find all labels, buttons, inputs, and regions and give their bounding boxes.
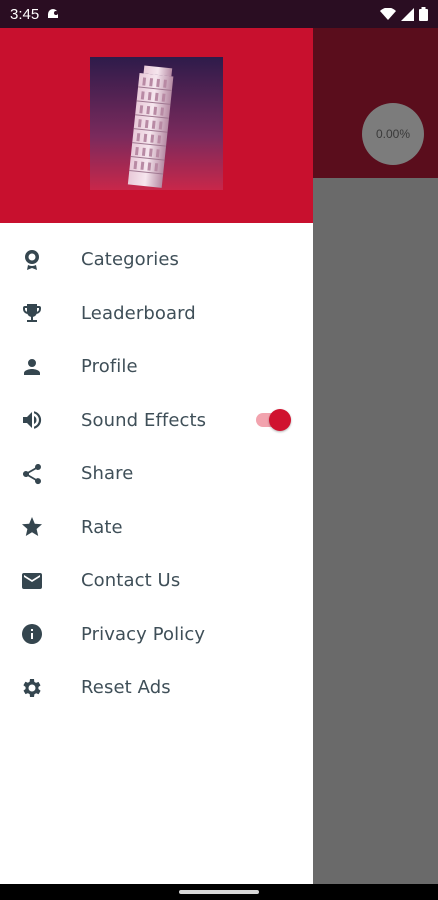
menu-item-label: Categories (81, 249, 180, 271)
menu-item-rate[interactable]: Rate (0, 501, 313, 555)
share-icon (19, 461, 45, 487)
menu-item-reset-ads[interactable]: Reset Ads (0, 661, 313, 715)
info-icon (19, 621, 45, 647)
menu-item-label: Sound Effects (81, 409, 207, 431)
menu-item-profile[interactable]: Profile (0, 340, 313, 394)
menu-item-label: Profile (81, 356, 138, 378)
leaning-tower-illustration (90, 57, 223, 190)
background-scrim[interactable] (313, 178, 438, 884)
menu-item-sound-effects[interactable]: Sound Effects (0, 394, 313, 448)
volume-icon (19, 407, 45, 433)
person-icon (19, 354, 45, 380)
progress-indicator: 0.00% (362, 103, 424, 165)
mail-icon (19, 568, 45, 594)
drawer-menu: Categories Leaderboard Profile Sound Eff… (0, 223, 313, 715)
gear-icon (19, 675, 45, 701)
award-icon (19, 247, 45, 273)
menu-item-label: Contact Us (81, 570, 181, 592)
menu-item-label: Leaderboard (81, 302, 196, 324)
menu-item-label: Rate (81, 516, 123, 538)
menu-item-label: Reset Ads (81, 677, 171, 699)
menu-item-label: Share (81, 463, 134, 485)
menu-item-leaderboard[interactable]: Leaderboard (0, 287, 313, 341)
drawer-header (0, 28, 313, 223)
menu-item-privacy-policy[interactable]: Privacy Policy (0, 608, 313, 662)
leaning-tower-image (90, 57, 223, 190)
signal-icon (401, 7, 414, 21)
status-bar: 3:45 (0, 0, 438, 28)
navigation-drawer: Categories Leaderboard Profile Sound Eff… (0, 28, 313, 884)
progress-text: 0.00% (375, 127, 411, 141)
menu-item-contact-us[interactable]: Contact Us (0, 554, 313, 608)
status-time: 3:45 (10, 5, 40, 23)
sound-effects-toggle[interactable] (256, 408, 292, 432)
menu-item-categories[interactable]: Categories (0, 233, 313, 287)
trophy-icon (19, 300, 45, 326)
menu-item-share[interactable]: Share (0, 447, 313, 501)
system-navigation-bar (0, 884, 438, 900)
toggle-thumb (269, 409, 291, 432)
wifi-icon (380, 7, 396, 20)
star-icon (19, 514, 45, 540)
notification-icon (48, 9, 59, 18)
menu-item-label: Privacy Policy (81, 623, 206, 645)
battery-icon (419, 7, 428, 21)
home-gesture-handle[interactable] (179, 890, 259, 894)
